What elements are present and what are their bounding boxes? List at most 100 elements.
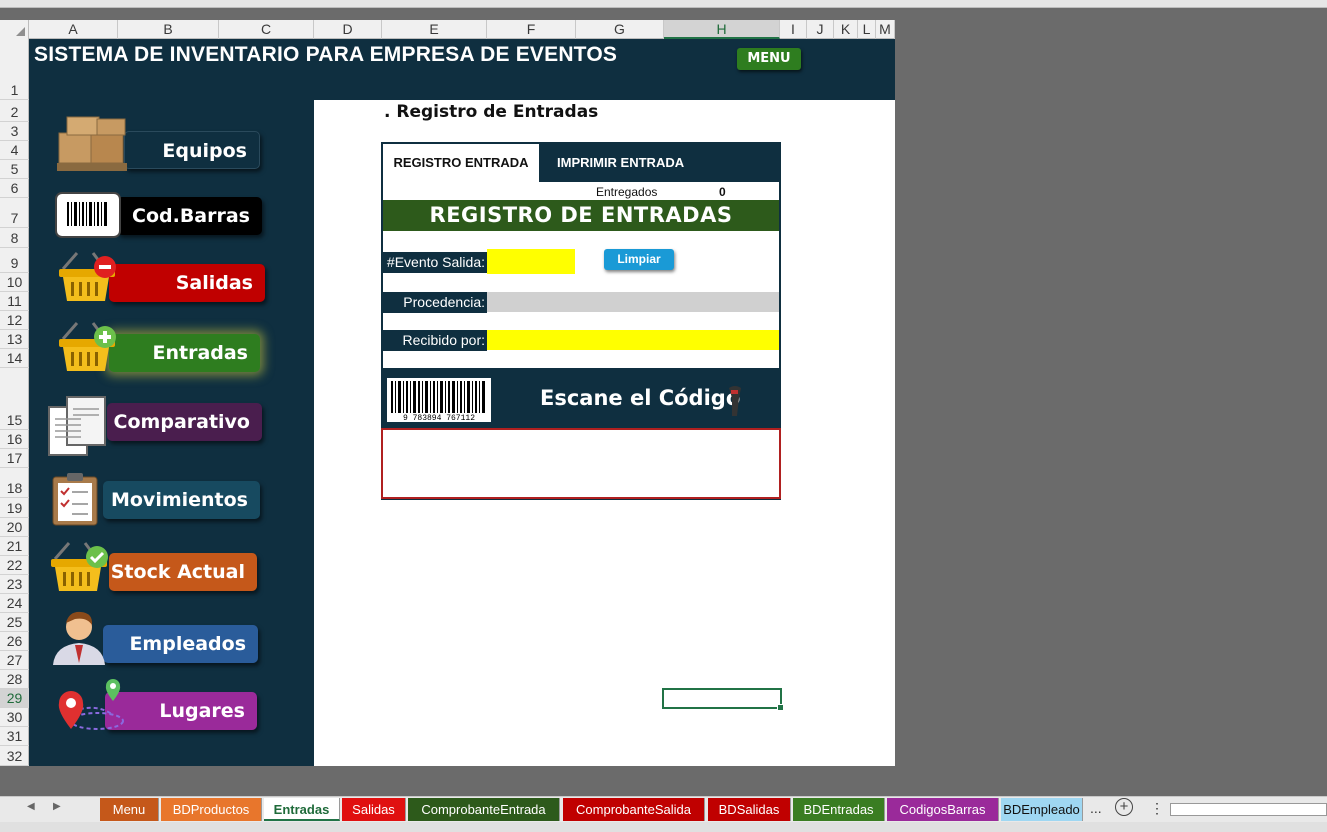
received-input[interactable] [487,330,779,350]
row-header-24[interactable]: 24 [0,594,29,613]
row-header-16[interactable]: 16 [0,430,29,449]
row-header-30[interactable]: 30 [0,708,29,727]
sheet-tab-bdentradas[interactable]: BDEntradas [793,798,885,821]
status-bar [0,822,1327,832]
comparativo-button[interactable]: Comparativo [107,403,262,441]
column-header-j[interactable]: J [807,20,834,39]
tab-imprimir-entrada[interactable]: IMPRIMIR ENTRADA [557,144,684,182]
row-header-18[interactable]: 18 [0,468,29,498]
column-header: A B C D E F G H I J K L M [0,20,895,39]
barcode-number: 9 783894 767112 [403,414,475,422]
form-tabs: REGISTRO ENTRADA IMPRIMIR ENTRADA [383,144,779,182]
equipos-button[interactable]: Equipos [124,131,260,169]
sheet-tab-comprobantesalida[interactable]: ComprobanteSalida [563,798,705,821]
row-header-4[interactable]: 4 [0,141,29,160]
select-all-corner[interactable] [0,20,29,39]
column-header-g[interactable]: G [576,20,664,39]
event-input[interactable] [487,249,575,274]
lugares-button[interactable]: Lugares [105,692,257,730]
row-header-5[interactable]: 5 [0,160,29,179]
row-header-21[interactable]: 21 [0,537,29,556]
row-header-6[interactable]: 6 [0,179,29,198]
origin-field[interactable] [487,292,779,312]
row-header-2[interactable]: 2 [0,100,29,122]
salidas-button[interactable]: Salidas [109,264,265,302]
row-header-17[interactable]: 17 [0,449,29,468]
column-header-i[interactable]: I [780,20,807,39]
sheet-tab-salidas[interactable]: Salidas [342,798,406,821]
empleados-button[interactable]: Empleados [103,625,258,663]
row-header-7[interactable]: 7 [0,198,29,228]
options-icon[interactable]: ⋮ [1150,800,1164,817]
event-label: #Evento Salida: [383,252,487,273]
system-title: SISTEMA DE INVENTARIO PARA EMPRESA DE EV… [34,43,618,66]
row-header-20[interactable]: 20 [0,518,29,537]
horizontal-scrollbar[interactable] [1170,803,1327,816]
boxes-pallet-icon[interactable] [53,113,133,177]
sheet-tab-entradas[interactable]: Entradas [264,798,340,821]
sheet-tab-comprobanteentrada[interactable]: ComprobanteEntrada [408,798,560,821]
row-header-25[interactable]: 25 [0,613,29,632]
cod-barras-button[interactable]: Cod.Barras [117,197,262,235]
row-header-11[interactable]: 11 [0,292,29,311]
add-sheet-icon[interactable]: + [1115,798,1133,816]
row-header-15[interactable]: 15 [0,368,29,430]
row-header-10[interactable]: 10 [0,273,29,292]
row-header-22[interactable]: 22 [0,556,29,575]
column-header-d[interactable]: D [314,20,382,39]
clipboard-icon[interactable] [51,471,101,527]
row-header-13[interactable]: 13 [0,330,29,349]
movimientos-button[interactable]: Movimientos [103,481,260,519]
row-header-9[interactable]: 9 [0,248,29,273]
stock-actual-button[interactable]: Stock Actual [109,553,257,591]
row-header-19[interactable]: 19 [0,498,29,518]
selected-cell-h29[interactable] [662,688,784,711]
sheet-tab-menu[interactable]: Menu [100,798,159,821]
row-header-29[interactable]: 29 [0,689,29,708]
menu-button[interactable]: MENU [737,48,801,70]
row-header-28[interactable]: 28 [0,670,29,689]
scroll-right-icon[interactable]: ▶ [53,801,61,812]
column-header-a[interactable]: A [29,20,118,39]
basket-check-icon[interactable] [47,539,113,595]
column-header-m[interactable]: M [876,20,895,39]
row-header-32[interactable]: 32 [0,746,29,766]
sheet-tab-codigosbarras[interactable]: CodigosBarras [887,798,999,821]
column-header-c[interactable]: C [219,20,314,39]
sheet-tab-bdempleados[interactable]: BDEmpleado [1001,798,1083,821]
column-header-b[interactable]: B [118,20,219,39]
row-header-26[interactable]: 26 [0,632,29,651]
column-header-k[interactable]: K [834,20,858,39]
barcode-label-icon[interactable] [55,192,121,238]
column-header-e[interactable]: E [382,20,487,39]
row-header-14[interactable]: 14 [0,349,29,368]
content-area: . Registro de Entradas REGISTRO ENTRADA … [314,100,895,766]
basket-plus-icon[interactable] [55,319,121,375]
row-header-1[interactable]: 1 [0,39,29,100]
row-header-8[interactable]: 8 [0,228,29,248]
documents-icon[interactable] [47,395,109,459]
column-header-h[interactable]: H [664,20,780,39]
sheet-tab-bdsalidas[interactable]: BDSalidas [708,798,791,821]
row-header-31[interactable]: 31 [0,727,29,746]
entradas-button[interactable]: Entradas [109,334,260,372]
employee-icon[interactable] [51,607,107,667]
basket-minus-icon[interactable] [55,249,121,305]
column-header-f[interactable]: F [487,20,576,39]
scroll-left-icon[interactable]: ◀ [27,801,35,812]
row-header-23[interactable]: 23 [0,575,29,594]
received-label: Recibido por: [383,330,487,351]
map-pins-icon[interactable] [57,677,127,733]
barcode-icon: 9 783894 767112 [387,378,491,422]
code-input-area[interactable] [381,428,781,499]
row-header: 1 2 3 4 5 6 7 8 9 10 11 12 13 14 15 16 1… [0,39,29,766]
row-header-12[interactable]: 12 [0,311,29,330]
row-header-27[interactable]: 27 [0,651,29,670]
more-tabs-icon[interactable]: ... [1090,800,1102,816]
row-header-3[interactable]: 3 [0,122,29,141]
origin-label: Procedencia: [383,292,487,313]
column-header-l[interactable]: L [858,20,876,39]
tab-registro-entrada[interactable]: REGISTRO ENTRADA [383,144,539,182]
clear-button[interactable]: Limpiar [604,249,674,270]
sheet-tab-bdproductos[interactable]: BDProductos [161,798,262,821]
